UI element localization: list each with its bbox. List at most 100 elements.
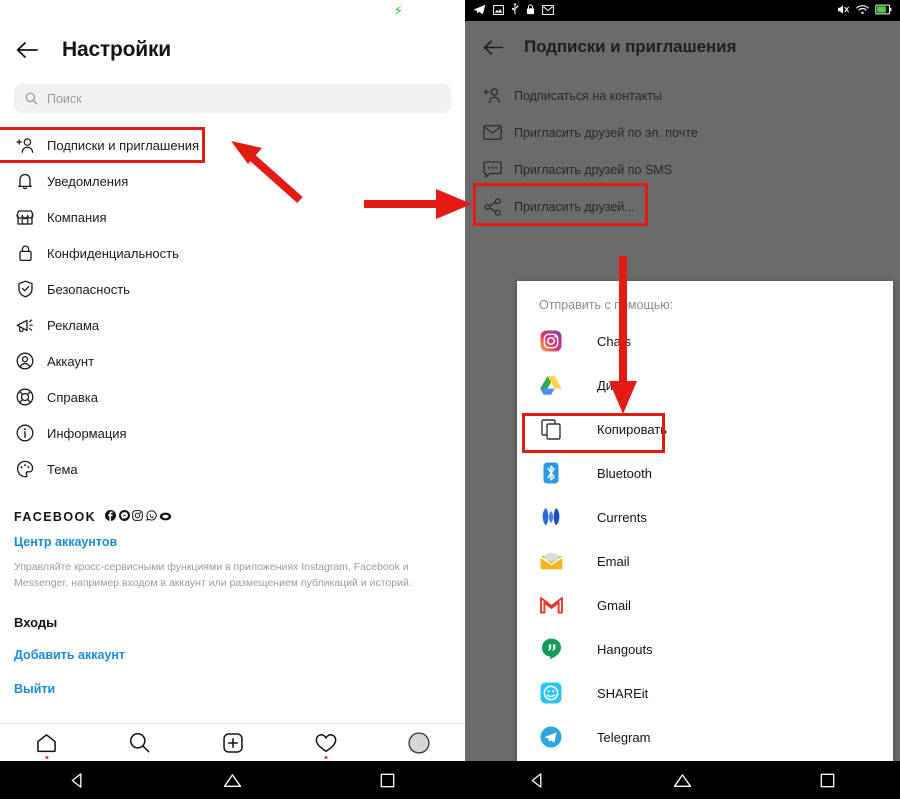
- left-phone-screenshot: ⚡ Настройки Поиск Подписки и приглашения…: [0, 0, 465, 799]
- portal-icon: [159, 508, 172, 526]
- usb-icon: [511, 2, 519, 20]
- sidebar-item-label: Конфиденциальность: [47, 245, 179, 261]
- menu-item-invite-friends-share[interactable]: Пригласить друзей...: [465, 188, 900, 225]
- android-recents-icon[interactable]: [366, 768, 410, 792]
- sidebar-item-label: Компания: [47, 209, 107, 225]
- share-item-label: Gmail: [597, 597, 631, 613]
- facebook-description: Управляйте кросс-сервисными функциями в …: [14, 561, 412, 589]
- page-title: Подписки и приглашения: [524, 37, 737, 56]
- currents-icon: [539, 505, 563, 529]
- shareit-icon: [539, 681, 563, 705]
- sidebar-item-label: Безопасность: [47, 281, 130, 297]
- tab-profile[interactable]: [392, 726, 446, 760]
- search-placeholder: Поиск: [47, 91, 82, 106]
- back-arrow-icon[interactable]: [14, 37, 40, 63]
- sidebar-item-label: Реклама: [47, 317, 100, 333]
- envelope-icon: [482, 122, 503, 143]
- tab-home[interactable]: [20, 726, 74, 760]
- sidebar-item-label: Тема: [47, 461, 78, 477]
- sidebar-item-info[interactable]: Информация: [0, 415, 465, 451]
- menu-item-invite-email[interactable]: Пригласить друзей по эл. почте: [465, 114, 900, 151]
- share-item-label: Hangouts: [597, 641, 653, 657]
- telegram-icon: [539, 725, 563, 749]
- tab-create[interactable]: [206, 726, 260, 760]
- sidebar-item-label: Подписки и приглашения: [47, 137, 200, 153]
- left-android-nav-bar: [0, 761, 465, 799]
- left-header: Настройки: [0, 26, 465, 74]
- mute-icon: [837, 2, 850, 20]
- android-home-icon[interactable]: [211, 768, 255, 792]
- share-item-telegram[interactable]: Telegram: [517, 715, 893, 759]
- right-phone-screenshot: Подписки и приглашения Подписаться на ко…: [465, 0, 900, 799]
- share-item-drive[interactable]: Диск: [517, 363, 893, 407]
- share-item-currents[interactable]: Currents: [517, 495, 893, 539]
- mail-icon: [542, 2, 554, 20]
- logout-link[interactable]: Выйти: [14, 682, 454, 696]
- megaphone-icon: [14, 314, 36, 336]
- logins-heading: Входы: [14, 615, 58, 630]
- menu-item-label: Подписаться на контакты: [514, 88, 663, 103]
- right-header: Подписки и приглашения: [465, 25, 900, 69]
- page-title: Настройки: [62, 38, 171, 61]
- sidebar-item-ads[interactable]: Реклама: [0, 307, 465, 343]
- instagram-icon: [132, 508, 143, 526]
- android-home-icon[interactable]: [661, 768, 705, 792]
- share-item-gmail[interactable]: Gmail: [517, 583, 893, 627]
- search-input[interactable]: Поиск: [14, 84, 451, 113]
- lock-icon: [14, 242, 36, 264]
- share-item-label: Currents: [597, 509, 647, 525]
- battery-charging-icon: ⚡: [393, 3, 403, 18]
- share-item-label: Bluetooth: [597, 465, 652, 481]
- tab-activity[interactable]: [299, 726, 353, 760]
- facebook-icon: [105, 508, 117, 526]
- menu-item-label: Пригласить друзей по SMS: [514, 162, 673, 177]
- instagram-icon: [539, 329, 563, 353]
- gmail-icon: [539, 593, 563, 617]
- menu-item-invite-sms[interactable]: Пригласить друзей по SMS: [465, 151, 900, 188]
- share-item-hangouts[interactable]: Hangouts: [517, 627, 893, 671]
- email-icon: [539, 549, 563, 573]
- sidebar-item-notifications[interactable]: Уведомления: [0, 163, 465, 199]
- share-item-chats[interactable]: Chats: [517, 319, 893, 363]
- share-item-bluetooth[interactable]: Bluetooth: [517, 451, 893, 495]
- sidebar-item-subscriptions-invites[interactable]: Подписки и приглашения: [0, 127, 465, 163]
- share-item-label: Telegram: [597, 729, 651, 745]
- copy-icon: [539, 417, 563, 441]
- sidebar-item-security[interactable]: Безопасность: [0, 271, 465, 307]
- settings-menu-list: Подписки и приглашения Уведомления Компа…: [0, 127, 465, 487]
- sidebar-item-company[interactable]: Компания: [0, 199, 465, 235]
- add-account-link[interactable]: Добавить аккаунт: [14, 648, 454, 662]
- home-badge-dot: [45, 755, 48, 759]
- status-right-icons: [837, 2, 892, 20]
- telegram-icon: [473, 2, 486, 20]
- sidebar-item-account[interactable]: Аккаунт: [0, 343, 465, 379]
- info-circle-icon: [14, 422, 36, 444]
- activity-badge-dot: [324, 755, 327, 759]
- sidebar-item-privacy[interactable]: Конфиденциальность: [0, 235, 465, 271]
- share-icon: [482, 196, 503, 217]
- sidebar-item-theme[interactable]: Тема: [0, 451, 465, 487]
- share-item-email[interactable]: Email: [517, 539, 893, 583]
- facebook-section: FACEBOOK Центр аккаунтов Управляйте крос…: [14, 508, 454, 696]
- hangouts-icon: [539, 637, 563, 661]
- chat-bubble-icon: [482, 159, 503, 180]
- sidebar-item-help[interactable]: Справка: [0, 379, 465, 415]
- accounts-center-link[interactable]: Центр аккаунтов: [14, 535, 454, 549]
- tab-search[interactable]: [113, 726, 167, 760]
- share-item-copy[interactable]: Копировать: [517, 407, 893, 451]
- android-back-icon[interactable]: [516, 768, 560, 792]
- store-icon: [14, 206, 36, 228]
- facebook-label: FACEBOOK: [14, 510, 97, 524]
- battery-icon: [875, 2, 892, 20]
- back-arrow-icon[interactable]: [480, 34, 506, 60]
- android-back-icon[interactable]: [56, 768, 100, 792]
- facebook-section-title-row: FACEBOOK: [14, 508, 454, 526]
- shield-check-icon: [14, 278, 36, 300]
- android-recents-icon[interactable]: [806, 768, 850, 792]
- menu-item-follow-contacts[interactable]: Подписаться на контакты: [465, 77, 900, 114]
- messenger-icon: [118, 508, 130, 526]
- share-item-shareit[interactable]: SHAREit: [517, 671, 893, 715]
- menu-item-label: Пригласить друзей...: [514, 199, 635, 214]
- right-android-nav-bar: [465, 761, 900, 799]
- wifi-icon: [856, 2, 869, 20]
